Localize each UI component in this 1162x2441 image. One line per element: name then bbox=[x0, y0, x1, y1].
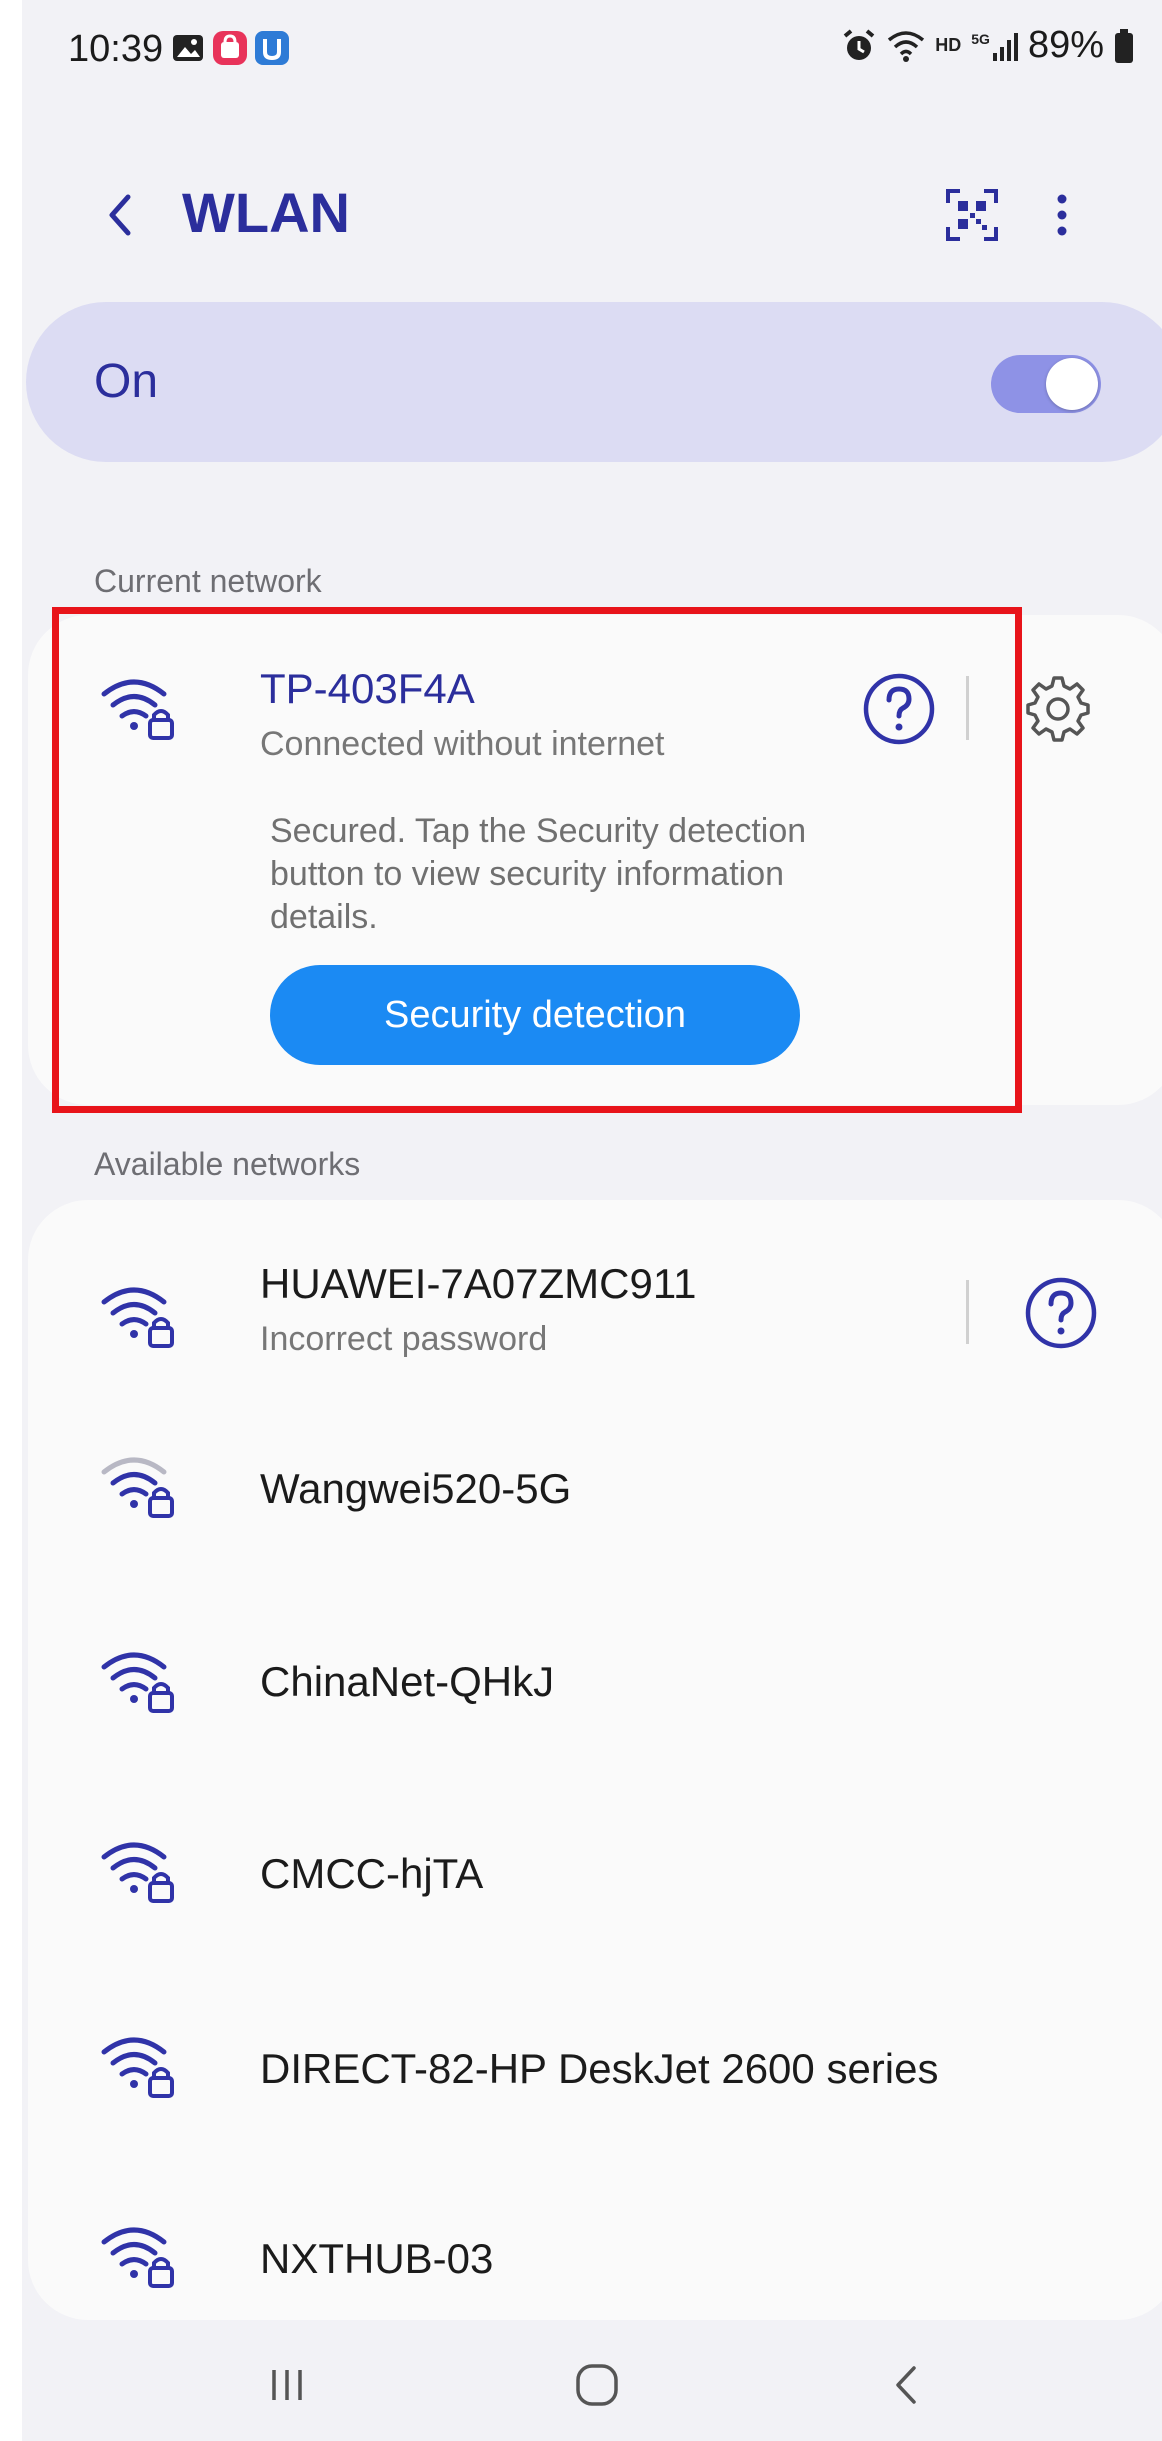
network-row-direct-hp[interactable]: DIRECT-82-HP DeskJet 2600 series bbox=[28, 2000, 1162, 2150]
network-name: DIRECT-82-HP DeskJet 2600 series bbox=[260, 2045, 939, 2092]
wlan-toggle-label: On bbox=[94, 355, 159, 408]
current-network-header: Current network bbox=[94, 563, 322, 599]
available-networks-header: Available networks bbox=[94, 1146, 361, 1182]
wifi-lock-icon bbox=[101, 1842, 174, 1903]
app-notification-icon bbox=[255, 31, 289, 65]
network-row-wangwei[interactable]: Wangwei520-5G bbox=[28, 1420, 1162, 1570]
alarm-icon bbox=[843, 28, 875, 60]
wifi-lock-weak-icon bbox=[101, 1457, 174, 1518]
network-row-cmcc[interactable]: CMCC-hjTA bbox=[28, 1805, 1162, 1955]
hd-voice-icon: HD bbox=[935, 35, 962, 55]
network-name: Wangwei520-5G bbox=[260, 1465, 572, 1512]
network-name: NXTHUB-03 bbox=[260, 2235, 494, 2282]
network-row-huawei[interactable]: HUAWEI-7A07ZMC911 Incorrect password bbox=[28, 1240, 1162, 1390]
gallery-notification-icon bbox=[173, 35, 203, 61]
highlight-box bbox=[52, 607, 1022, 1113]
battery-percent: 89% bbox=[1027, 24, 1104, 66]
navigation-bar bbox=[22, 2330, 1162, 2441]
wifi-lock-icon bbox=[101, 1287, 174, 1348]
toggle-knob bbox=[1046, 358, 1098, 410]
status-bar: 10:39 HD 5G 89% bbox=[22, 0, 1162, 110]
wifi-status-icon bbox=[888, 30, 925, 62]
help-icon[interactable] bbox=[1024, 1276, 1098, 1350]
back-button[interactable] bbox=[92, 185, 152, 245]
qr-scan-icon[interactable] bbox=[942, 185, 1002, 245]
5g-label: 5G bbox=[971, 30, 990, 47]
home-icon[interactable] bbox=[562, 2350, 632, 2420]
network-name: ChinaNet-QHkJ bbox=[260, 1658, 555, 1705]
network-name: CMCC-hjTA bbox=[260, 1850, 484, 1897]
recents-icon[interactable] bbox=[252, 2350, 322, 2420]
signal-bars-icon bbox=[992, 32, 1018, 61]
wifi-lock-icon bbox=[101, 2037, 174, 2098]
available-networks-card: HUAWEI-7A07ZMC911 Incorrect password Wan… bbox=[28, 1200, 1162, 2320]
status-time: 10:39 bbox=[68, 28, 164, 70]
gear-icon[interactable] bbox=[1022, 672, 1094, 744]
wlan-settings-screen: 10:39 HD 5G 89% WLAN On Current network … bbox=[22, 0, 1162, 2441]
network-status: Incorrect password bbox=[260, 1320, 548, 1358]
battery-icon bbox=[1115, 28, 1133, 63]
wlan-toggle-switch[interactable] bbox=[991, 355, 1101, 413]
wifi-lock-icon bbox=[101, 2227, 174, 2288]
network-row-chinanet[interactable]: ChinaNet-QHkJ bbox=[28, 1610, 1162, 1760]
left-edge bbox=[0, 0, 22, 2441]
wlan-toggle-card[interactable]: On bbox=[26, 302, 1162, 462]
5g-signal-icon: 5G bbox=[971, 31, 1018, 61]
status-right-group: HD 5G 89% bbox=[841, 24, 1134, 67]
shopping-notification-icon bbox=[213, 31, 247, 65]
wifi-lock-icon bbox=[101, 1652, 174, 1713]
divider bbox=[966, 1280, 969, 1344]
back-icon[interactable] bbox=[872, 2350, 942, 2420]
network-name: HUAWEI-7A07ZMC911 bbox=[260, 1260, 697, 1307]
more-vertical-icon[interactable] bbox=[1042, 185, 1082, 245]
page-title: WLAN bbox=[182, 181, 350, 244]
network-row-nxthub[interactable]: NXTHUB-03 bbox=[28, 2190, 1162, 2340]
app-header: WLAN bbox=[22, 150, 1162, 280]
